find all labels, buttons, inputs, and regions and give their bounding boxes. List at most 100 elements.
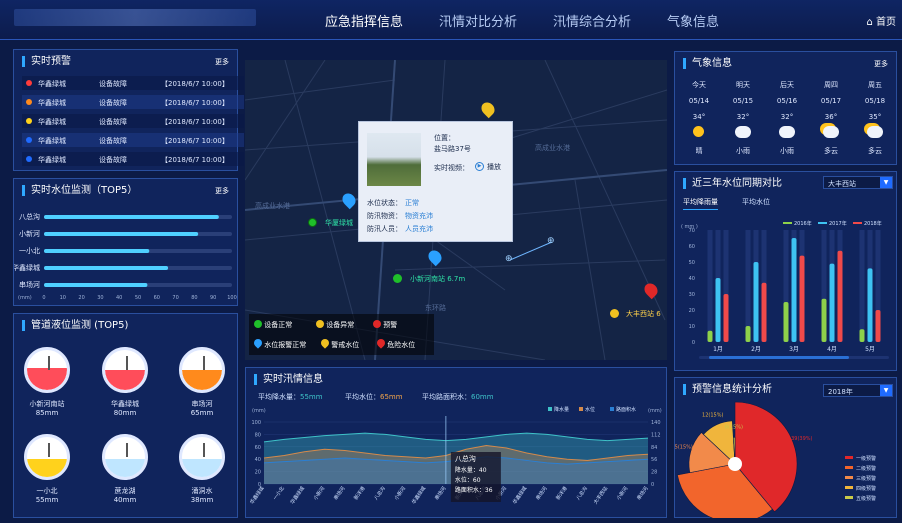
yellow-pin-icon	[319, 337, 331, 349]
bar-label: 一小北	[19, 246, 40, 255]
flood-title: 实时汛情信息	[254, 374, 323, 385]
legend-swatch	[783, 222, 792, 224]
pipe-gauge	[179, 347, 225, 393]
home-label: 首页	[876, 17, 896, 28]
station-select[interactable]: 大丰西站 ▼	[823, 176, 893, 189]
map-node-plus-2[interactable]: ⊕	[547, 236, 555, 246]
warning-row[interactable]: 华鑫绿城 设备故障 【2018/6/7 10:00】	[22, 76, 244, 90]
tick-label: 20	[78, 295, 84, 301]
warning-place: 华鑫绿城	[38, 118, 66, 126]
popup-video-label: 实时视频：	[434, 164, 469, 172]
gauge-fill	[182, 459, 222, 477]
bar	[44, 266, 169, 270]
home-link[interactable]: ⌂ 首页	[866, 13, 896, 28]
legend-label: 2018年	[864, 220, 882, 227]
tick-label: 0	[42, 295, 45, 301]
nav-flood-analysis[interactable]: 汛情综合分析	[553, 11, 631, 30]
x-tick: 一小北	[272, 485, 286, 501]
year-select[interactable]: 2018年 ▼	[823, 384, 893, 397]
warning-row[interactable]: 华鑫绿城 设备故障 【2018/6/7 10:00】	[22, 114, 244, 128]
status-dot-icon	[26, 80, 32, 86]
legend-swatch	[579, 407, 583, 411]
y-tick: 40	[689, 276, 695, 282]
warning-more-link[interactable]: 更多	[215, 57, 229, 67]
weather-day: 今天	[692, 81, 706, 89]
pipe-gauge	[24, 347, 70, 393]
legend-normal: 设备正常	[254, 320, 292, 330]
map-marker-green[interactable]	[308, 218, 317, 227]
tab-avg-rain[interactable]: 平均降雨量	[683, 197, 718, 210]
slice-label: 15(15%)	[675, 445, 693, 451]
tooltip-row: 水位：60	[455, 476, 481, 484]
tab-avg-level[interactable]: 平均水位	[742, 197, 770, 207]
status-dot-icon	[26, 156, 32, 162]
home-icon: ⌂	[866, 17, 873, 28]
legend-label: 二级预警	[856, 465, 876, 472]
tooltip-row: 路面积水：36	[455, 486, 493, 494]
x-tick: 华鑫绿城	[248, 485, 265, 505]
pipe-gauge	[102, 434, 148, 480]
y-tick: 20	[255, 470, 261, 476]
legend-label: 2017年	[829, 220, 847, 227]
tick-label: 100	[227, 295, 237, 301]
water-top5-chart: 八总沟小新河一小北华鑫绿城串场河 (mm) 0 10 20 30 40 50 60 70 80 90 1…	[14, 212, 237, 301]
y-tick: 70	[689, 228, 695, 234]
map-label-dafeng: 大丰西站 6	[626, 310, 661, 318]
popup-play-button[interactable]: ▶ 播放	[475, 162, 501, 172]
weather-day: 后天	[780, 81, 794, 89]
warning-status: 设备故障	[99, 137, 127, 145]
map-view[interactable]: 高成业水港 高成业水港 东环路 华厦绿城 小新河南站 6.7m 大丰西站 6 ⊕…	[245, 60, 667, 360]
x-tick: 八总沟	[575, 485, 589, 501]
legend-warning: 预警	[373, 320, 397, 330]
bar	[875, 310, 881, 342]
compare-title: 近三年水位同期对比	[683, 178, 782, 189]
green-dot-icon	[254, 320, 262, 328]
nav-emergency[interactable]: 应急指挥信息	[325, 11, 403, 30]
legend-water-normal: 水位报警正常	[252, 337, 306, 350]
warning-row[interactable]: 华鑫绿城 设备故障 【2018/6/7 10:00】	[22, 95, 244, 109]
map-node-plus-1[interactable]: ⊕	[505, 254, 513, 264]
chevron-down-icon: ▼	[880, 385, 892, 396]
axis-unit: (mm)	[18, 295, 32, 301]
pipe-name: 蔗龙湖	[114, 487, 136, 495]
nav-weather[interactable]: 气象信息	[667, 11, 719, 30]
popup-play-label: 播放	[487, 163, 501, 171]
bar	[821, 298, 827, 342]
legend-swatch	[845, 476, 853, 479]
weather-more-link[interactable]: 更多	[874, 59, 888, 69]
weather-date: 05/15	[732, 97, 754, 105]
map-marker-yellow[interactable]	[610, 309, 619, 318]
y-tick: 40	[255, 457, 261, 463]
weather-day: 周五	[868, 81, 882, 89]
x-tick: 小新河	[312, 485, 326, 501]
gauge-thermo-icon	[203, 356, 205, 370]
tick-label: 60	[154, 295, 160, 301]
warning-row[interactable]: 华鑫绿城 设备故障 【2018/6/7 10:00】	[22, 133, 244, 147]
gauge-fill	[105, 370, 145, 390]
app-logo	[14, 9, 256, 26]
slice-label: 39(39%)	[791, 436, 812, 442]
weather-rain-icon	[735, 126, 751, 138]
weather-cloud-sun-icon	[867, 126, 883, 138]
weather-desc: 晴	[695, 147, 703, 155]
map-marker-green-2[interactable]	[393, 274, 402, 283]
pipe-name: 串场河	[191, 400, 213, 408]
unit-left: (mm)	[252, 408, 266, 414]
legend-label: 降水量	[554, 406, 569, 413]
station-select-value: 大丰西站	[828, 180, 856, 188]
warning-time: 【2018/6/7 10:00】	[161, 99, 229, 107]
weather-temp: 36°	[824, 113, 838, 121]
y-tick: 30	[689, 292, 695, 298]
nav-flood-compare[interactable]: 汛情对比分析	[439, 11, 517, 30]
pipe-panel: 管道液位监测 (TOP5) 小新河南站 85mm 华鑫绿城 80mm 串场河 65mm 一小…	[13, 313, 238, 518]
warning-row[interactable]: 华鑫绿城 设备故障 【2018/6/7 10:00】	[22, 152, 244, 166]
x-tick: 5月	[865, 346, 875, 353]
chevron-down-icon: ▼	[880, 177, 892, 188]
warning-panel: 实时预警 更多 华鑫绿城 设备故障 【2018/6/7 10:00】 华鑫绿城 设备故障…	[13, 49, 244, 171]
popup-mat-value: 物资充沛	[405, 212, 433, 220]
slice-label: 12(15%)	[702, 413, 723, 419]
y-tick: 10	[689, 324, 695, 330]
unit-right: (mm)	[648, 408, 662, 414]
weather-date: 05/16	[776, 97, 798, 105]
bar	[707, 330, 713, 342]
